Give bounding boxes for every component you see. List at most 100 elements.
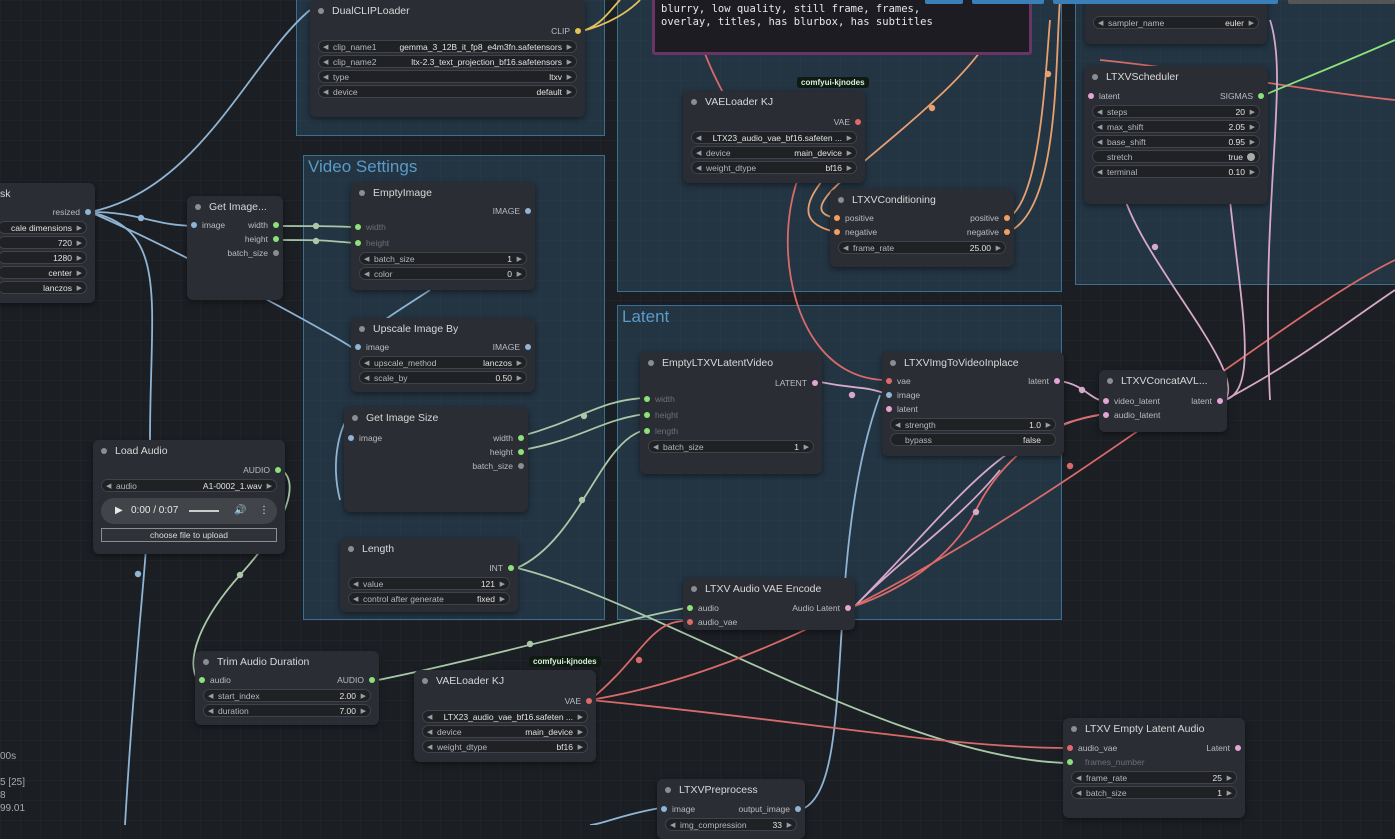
widget-steps[interactable]: ◀ steps 20 ▶: [1092, 105, 1260, 118]
node-ltxvconditioning[interactable]: LTXVConditioning positive positive negati…: [830, 189, 1014, 267]
input-pin[interactable]: [1103, 398, 1109, 404]
widget-frame-rate[interactable]: ◀ frame_rate 25.00 ▶: [838, 241, 1006, 254]
widget-frame-rate[interactable]: ◀ frame_rate 25 ▶: [1071, 771, 1237, 784]
collapse-dot-icon[interactable]: [203, 659, 209, 665]
toolbar-button[interactable]: [972, 0, 1044, 4]
node-upscale-image-by[interactable]: Upscale Image By image IMAGE ◀ upscale_met…: [351, 318, 535, 392]
output-pin[interactable]: [85, 209, 91, 215]
input-pin[interactable]: [1088, 93, 1094, 99]
audio-seek-bar[interactable]: [189, 510, 219, 512]
output-pin[interactable]: [273, 250, 279, 256]
volume-icon[interactable]: 🔊: [234, 505, 246, 516]
widget-height[interactable]: 1280 ▶: [0, 251, 87, 264]
input-pin[interactable]: [834, 229, 840, 235]
widget-clip-name2[interactable]: ◀ clip_name2 ltx-2.3_text_projection_bf16.…: [318, 55, 577, 68]
node-ltxvimgtovideoinplace[interactable]: LTXVImgToVideoInplace vae latent image la…: [882, 352, 1064, 456]
collapse-dot-icon[interactable]: [195, 204, 201, 210]
node-get-image[interactable]: Get Image... image width height batch_si…: [187, 196, 283, 300]
audio-player[interactable]: ▶ 0:00 / 0:07 🔊 ⋮: [101, 498, 277, 524]
widget-crop[interactable]: center ▶: [0, 266, 87, 279]
collapse-dot-icon[interactable]: [838, 197, 844, 203]
output-pin[interactable]: [275, 467, 281, 473]
collapse-dot-icon[interactable]: [1092, 74, 1098, 80]
output-pin[interactable]: [1235, 745, 1241, 751]
widget-upscale-method[interactable]: ◀ upscale_method lanczos ▶: [359, 356, 527, 369]
input-pin[interactable]: [355, 224, 361, 230]
input-pin[interactable]: [886, 392, 892, 398]
node-length[interactable]: Length INT ◀ value 121 ▶ ◀ control after gen…: [340, 538, 518, 612]
node-ltxvscheduler[interactable]: LTXVScheduler latent SIGMAS ◀ steps 20 ▶ ◀ ma…: [1084, 66, 1268, 204]
node-ltxvconcatavlatent[interactable]: LTXVConcatAVL... video_latent latent audi…: [1099, 370, 1227, 432]
widget-color[interactable]: ◀ color 0 ▶: [359, 267, 527, 280]
input-pin[interactable]: [644, 412, 650, 418]
output-pin[interactable]: [795, 806, 801, 812]
widget-audio-file[interactable]: ◀ audio A1-0002_1.wav ▶: [101, 479, 277, 492]
widget-start-index[interactable]: ◀ start_index 2.00 ▶: [203, 689, 371, 702]
widget-vae-name[interactable]: ◀ LTX23_audio_vae_bf16.safeten ... ▶: [422, 710, 588, 723]
widget-width[interactable]: 720 ▶: [0, 236, 87, 249]
node-emptyltxvlatentvideo[interactable]: EmptyLTXVLatentVideo LATENT width height…: [640, 352, 822, 474]
collapse-dot-icon[interactable]: [359, 326, 365, 332]
input-pin[interactable]: [355, 240, 361, 246]
widget-weight-dtype[interactable]: ◀ weight_dtype bf16 ▶: [691, 161, 857, 174]
output-pin[interactable]: [1258, 93, 1264, 99]
input-pin[interactable]: [687, 619, 693, 625]
collapse-dot-icon[interactable]: [348, 546, 354, 552]
input-pin[interactable]: [687, 605, 693, 611]
toolbar-button[interactable]: [925, 0, 963, 4]
output-pin[interactable]: [525, 344, 531, 350]
widget-terminal[interactable]: ◀ terminal 0.10 ▶: [1092, 165, 1260, 178]
widget-stretch-toggle[interactable]: stretch true: [1092, 150, 1260, 163]
output-pin[interactable]: [518, 449, 524, 455]
widget-device[interactable]: ◀ device main_device ▶: [691, 146, 857, 159]
widget-scale-by[interactable]: ◀ scale_by 0.50 ▶: [359, 371, 527, 384]
node-sampler-select[interactable]: ◀ sampler_name euler ▶: [1085, 0, 1267, 44]
output-pin[interactable]: [508, 565, 514, 571]
widget-vae-name[interactable]: ◀ LTX23_audio_vae_bf16.safeten ... ▶: [691, 131, 857, 144]
input-pin[interactable]: [644, 428, 650, 434]
node-dualcliploader[interactable]: DualCLIPLoader CLIP ◀ clip_name1 gemma_3_1…: [310, 0, 585, 117]
collapse-dot-icon[interactable]: [422, 678, 428, 684]
node-ltxv-empty-latent-audio[interactable]: LTXV Empty Latent Audio audio_vae Latent …: [1063, 718, 1245, 818]
node-ltxvpreprocess[interactable]: LTXVPreprocess image output_image ◀ img_co…: [657, 779, 805, 839]
widget-device[interactable]: ◀ device default ▶: [318, 85, 577, 98]
collapse-dot-icon[interactable]: [359, 190, 365, 196]
output-pin[interactable]: [525, 208, 531, 214]
input-pin[interactable]: [834, 215, 840, 221]
widget-batch-size[interactable]: ◀ batch_size 1 ▶: [648, 440, 814, 453]
toolbar-button[interactable]: [1288, 0, 1395, 4]
widget-clip-name1[interactable]: ◀ clip_name1 gemma_3_12B_it_fp8_e4m3fn.saf…: [318, 40, 577, 53]
node-resize[interactable]: sk resized cale dimensions ▶ 720 ▶ 1280 ▶ c…: [0, 183, 95, 303]
input-pin[interactable]: [199, 677, 205, 683]
input-pin[interactable]: [1067, 759, 1073, 765]
node-trim-audio-duration[interactable]: Trim Audio Duration audio AUDIO ◀ start_in…: [195, 651, 379, 725]
widget-strength[interactable]: ◀ strength 1.0 ▶: [890, 418, 1056, 431]
collapse-dot-icon[interactable]: [1071, 726, 1077, 732]
widget-method[interactable]: lanczos ▶: [0, 281, 87, 294]
output-pin[interactable]: [845, 605, 851, 611]
input-pin[interactable]: [355, 344, 361, 350]
collapse-dot-icon[interactable]: [890, 360, 896, 366]
node-vaeloader-kj-bottom[interactable]: VAELoader KJ VAE ◀ LTX23_audio_vae_bf16.s…: [414, 670, 596, 762]
collapse-dot-icon[interactable]: [648, 360, 654, 366]
widget-value[interactable]: ◀ value 121 ▶: [348, 577, 510, 590]
node-emptyimage[interactable]: EmptyImage IMAGE width height ◀ batch_siz…: [351, 182, 535, 290]
collapse-dot-icon[interactable]: [691, 99, 697, 105]
output-pin[interactable]: [273, 222, 279, 228]
widget-base-shift[interactable]: ◀ base_shift 0.95 ▶: [1092, 135, 1260, 148]
node-load-audio[interactable]: Load Audio AUDIO ◀ audio A1-0002_1.wav ▶ ▶ …: [93, 440, 285, 554]
widget-max-shift[interactable]: ◀ max_shift 2.05 ▶: [1092, 120, 1260, 133]
widget-weight-dtype[interactable]: ◀ weight_dtype bf16 ▶: [422, 740, 588, 753]
input-pin[interactable]: [886, 406, 892, 412]
widget-device[interactable]: ◀ device main_device ▶: [422, 725, 588, 738]
output-pin[interactable]: [518, 463, 524, 469]
widget-bypass[interactable]: bypass false: [890, 433, 1056, 446]
input-pin[interactable]: [661, 806, 667, 812]
widget-duration[interactable]: ◀ duration 7.00 ▶: [203, 704, 371, 717]
widget-batch-size[interactable]: ◀ batch_size 1 ▶: [359, 252, 527, 265]
output-pin[interactable]: [1217, 398, 1223, 404]
collapse-dot-icon[interactable]: [691, 586, 697, 592]
widget-resize-mode[interactable]: cale dimensions ▶: [0, 221, 87, 234]
more-options-icon[interactable]: ⋮: [259, 505, 269, 516]
node-vaeloader-kj-top[interactable]: VAELoader KJ VAE ◀ LTX23_audio_vae_bf16.s…: [683, 91, 865, 183]
